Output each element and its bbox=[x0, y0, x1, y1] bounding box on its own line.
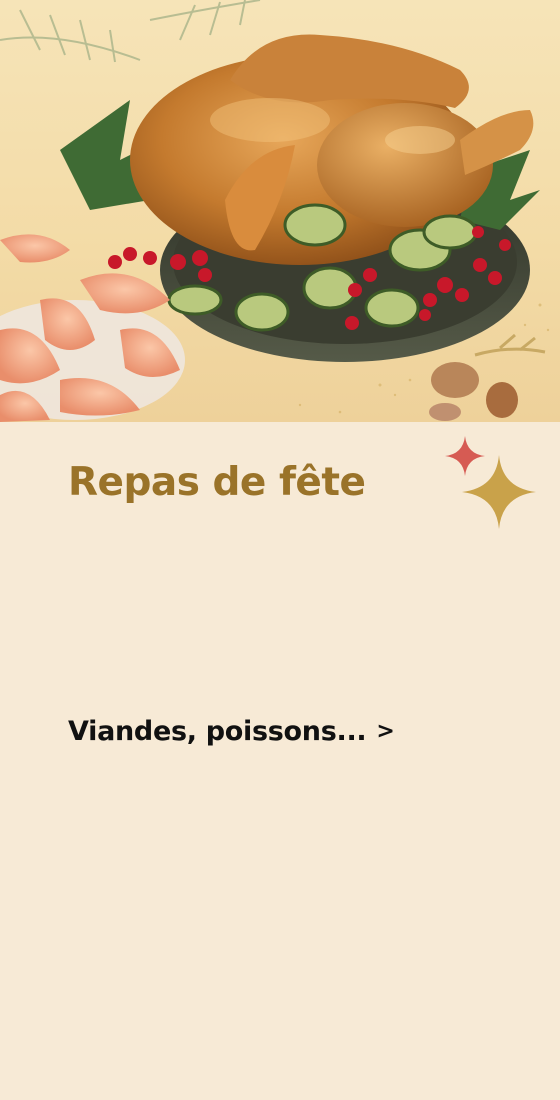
shrimp-icon bbox=[0, 234, 185, 422]
link-label: Viandes, poissons... bbox=[68, 716, 367, 747]
card-title: Repas de fête bbox=[68, 460, 366, 505]
holiday-meal-card[interactable]: Repas de fête Viandes, poissons... > bbox=[0, 0, 560, 1100]
pine-branch-icon bbox=[0, 0, 261, 63]
chevron-right-icon: > bbox=[376, 719, 395, 744]
hero-image bbox=[0, 0, 560, 422]
roast-chicken-illustration bbox=[0, 0, 550, 422]
sparkle-gold-icon bbox=[462, 455, 536, 529]
almonds-icon bbox=[429, 333, 546, 421]
meats-fish-link[interactable]: Viandes, poissons... > bbox=[68, 716, 395, 747]
